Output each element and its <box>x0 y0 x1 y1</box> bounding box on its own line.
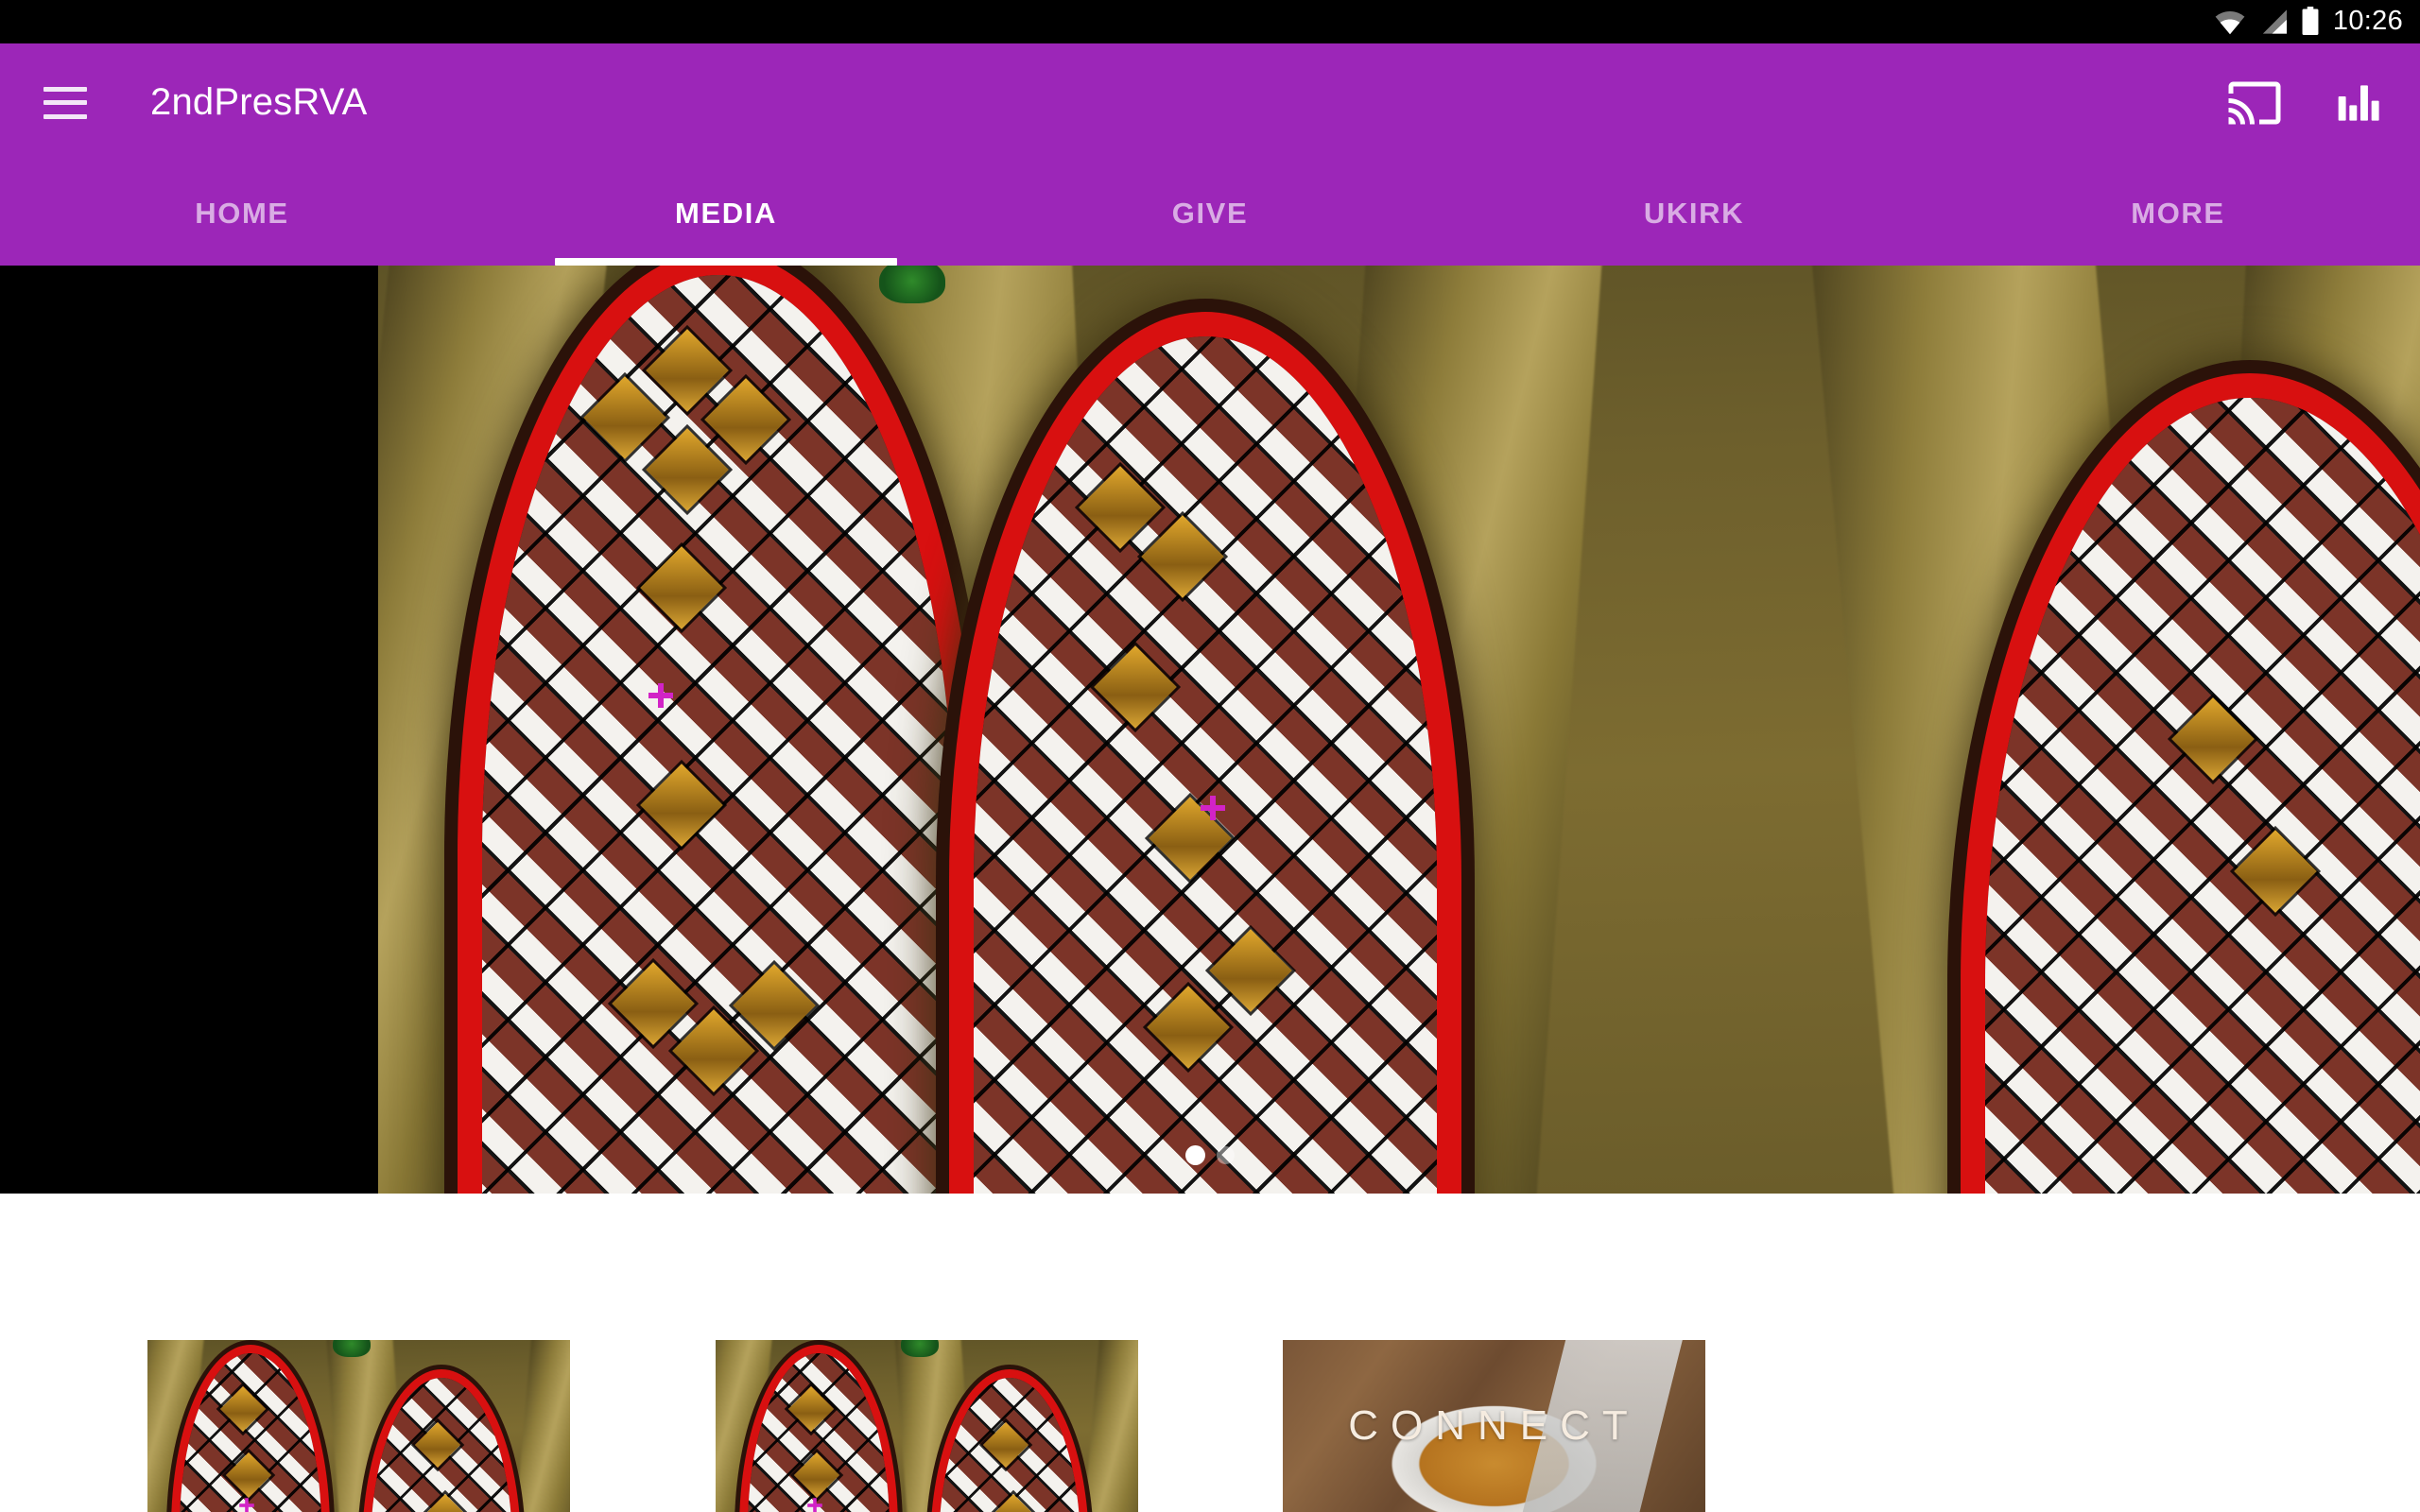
thumbnail-connect-label: CONNECT <box>1348 1402 1640 1449</box>
tab-label: GIVE <box>1171 197 1249 230</box>
carousel-pagination-dots <box>0 1145 2420 1165</box>
tab-ukirk[interactable]: UKIRK <box>1452 162 1936 266</box>
status-bar-icons <box>2214 0 2320 43</box>
tab-more[interactable]: MORE <box>1936 162 2420 266</box>
app-bar: 2ndPresRVA HOME MEDIA GIVE UKIRK MORE <box>0 43 2420 266</box>
thumbnail-stained-glass-2[interactable] <box>716 1340 1138 1512</box>
thumbnail-connect[interactable]: CONNECT <box>1283 1340 1705 1512</box>
thumbnail-stained-glass-1[interactable] <box>147 1340 570 1512</box>
tab-media[interactable]: MEDIA <box>484 162 968 266</box>
tab-label: HOME <box>195 197 289 230</box>
tab-label: MORE <box>2131 197 2225 230</box>
tab-label: MEDIA <box>675 197 777 230</box>
app-title: 2ndPresRVA <box>150 81 368 123</box>
status-bar: 10:26 <box>0 0 2420 43</box>
battery-icon <box>2302 7 2319 35</box>
tab-give[interactable]: GIVE <box>968 162 1452 266</box>
cellular-signal-icon <box>2262 9 2287 34</box>
active-tab-indicator <box>555 258 897 266</box>
media-content-area: CONNECT <box>0 1194 2420 1512</box>
hero-carousel[interactable] <box>0 266 2420 1194</box>
tab-bar: HOME MEDIA GIVE UKIRK MORE <box>0 162 2420 266</box>
status-bar-clock: 10:26 <box>2332 6 2403 36</box>
carousel-dot-1[interactable] <box>1185 1145 1205 1165</box>
wifi-icon <box>2215 10 2245 35</box>
app-bar-top-row: 2ndPresRVA <box>0 43 2420 162</box>
app-bar-actions <box>2223 43 2392 162</box>
tab-home[interactable]: HOME <box>0 162 484 266</box>
cast-icon[interactable] <box>2223 72 2286 134</box>
hamburger-menu-icon[interactable] <box>43 86 87 119</box>
media-thumbnail-row: CONNECT <box>0 1340 2420 1512</box>
hero-letterbox-left <box>0 266 378 1194</box>
carousel-dot-2[interactable] <box>1217 1146 1235 1164</box>
tab-label: UKIRK <box>1643 197 1745 230</box>
equalizer-icon[interactable] <box>2329 72 2392 134</box>
hero-slide-image <box>378 266 2420 1194</box>
